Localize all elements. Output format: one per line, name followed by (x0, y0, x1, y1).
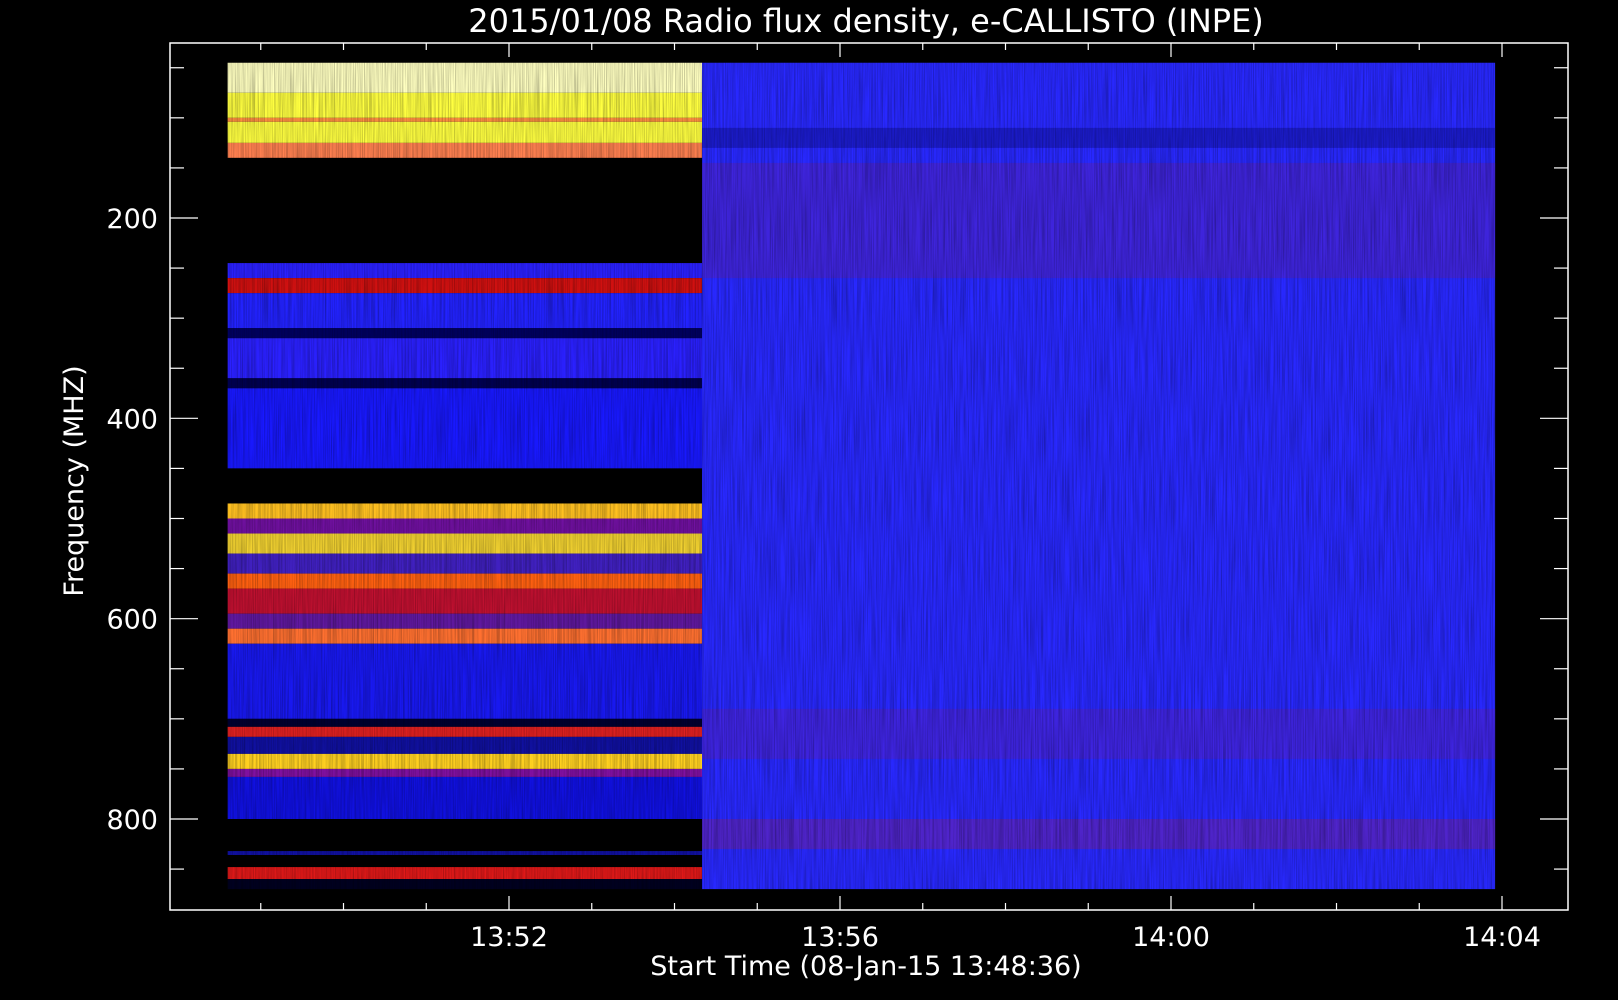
noise-texture (227, 62, 703, 890)
chart-title: 2015/01/08 Radio flux density, e-CALLIST… (468, 2, 1264, 40)
x-tick-label: 14:00 (1132, 922, 1210, 953)
y-tick-label: 200 (106, 204, 158, 235)
x-tick-label: 13:52 (470, 922, 548, 953)
y-tick-label: 600 (106, 605, 158, 636)
y-tick-label: 400 (106, 404, 158, 435)
y-axis-label: Frequency (MHZ) (59, 365, 90, 596)
segment-second (702, 62, 1496, 890)
plot-area (227, 62, 1496, 890)
spectrogram-chart: 2015/01/08 Radio flux density, e-CALLIST… (59, 2, 1569, 982)
y-tick-label: 800 (106, 805, 158, 836)
x-axis-label: Start Time (08-Jan-15 13:48:36) (650, 951, 1081, 982)
segment-first (227, 62, 703, 890)
x-tick-label: 13:56 (801, 922, 879, 953)
noise-texture (702, 62, 1496, 890)
x-tick-label: 14:04 (1463, 922, 1541, 953)
